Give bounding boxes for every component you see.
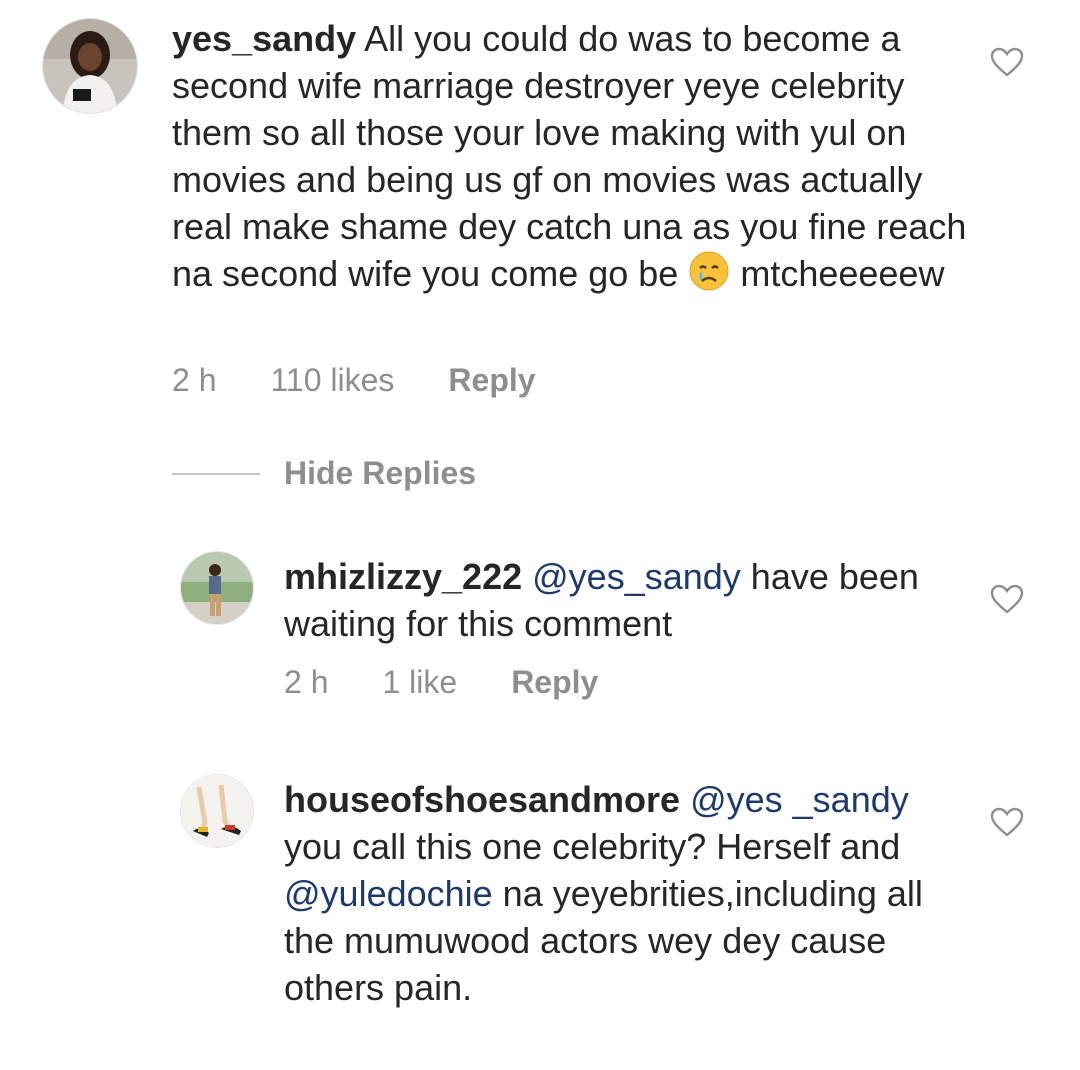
hide-replies-label[interactable]: Hide Replies bbox=[284, 455, 476, 492]
like-heart-icon[interactable] bbox=[990, 807, 1024, 837]
mention-link[interactable]: @yuledochie bbox=[284, 873, 493, 914]
reply-username[interactable]: mhizlizzy_222 bbox=[284, 556, 522, 597]
comment-meta: 2 h 110 likes Reply bbox=[172, 362, 590, 399]
reply-text: mhizlizzy_222 @yes_sandy have been waiti… bbox=[284, 553, 924, 647]
reply-likes[interactable]: 1 like bbox=[382, 664, 457, 701]
comment-text: yes_sandy All you could do was to become… bbox=[172, 15, 972, 297]
reply-button[interactable]: Reply bbox=[448, 362, 535, 399]
hide-replies-toggle[interactable]: Hide Replies bbox=[172, 455, 476, 492]
crying-face-emoji bbox=[689, 251, 729, 291]
comment-body-tail: mtcheeeeew bbox=[730, 253, 945, 294]
comment-likes[interactable]: 110 likes bbox=[270, 362, 394, 399]
reply-button[interactable]: Reply bbox=[511, 664, 598, 701]
reply-meta: 2 h 1 like Reply bbox=[284, 664, 652, 701]
reply-time: 2 h bbox=[284, 664, 329, 700]
reply-body: you call this one celebrity? Herself and bbox=[284, 826, 901, 867]
avatar-mhizlizzy[interactable] bbox=[180, 551, 254, 625]
reply-username[interactable]: houseofshoesandmore bbox=[284, 779, 680, 820]
mention-link[interactable]: @yes _sandy bbox=[690, 779, 909, 820]
comment-time: 2 h bbox=[172, 362, 217, 398]
like-heart-icon[interactable] bbox=[990, 584, 1024, 614]
avatar-yes-sandy[interactable] bbox=[42, 18, 138, 114]
comment-username[interactable]: yes_sandy bbox=[172, 18, 356, 59]
mention-link[interactable]: @yes_sandy bbox=[532, 556, 741, 597]
divider-line bbox=[172, 472, 260, 475]
like-heart-icon[interactable] bbox=[990, 47, 1024, 77]
reply-text: houseofshoesandmore @yes _sandy you call… bbox=[284, 776, 924, 1011]
avatar-houseofshoesandmore[interactable] bbox=[180, 774, 254, 848]
